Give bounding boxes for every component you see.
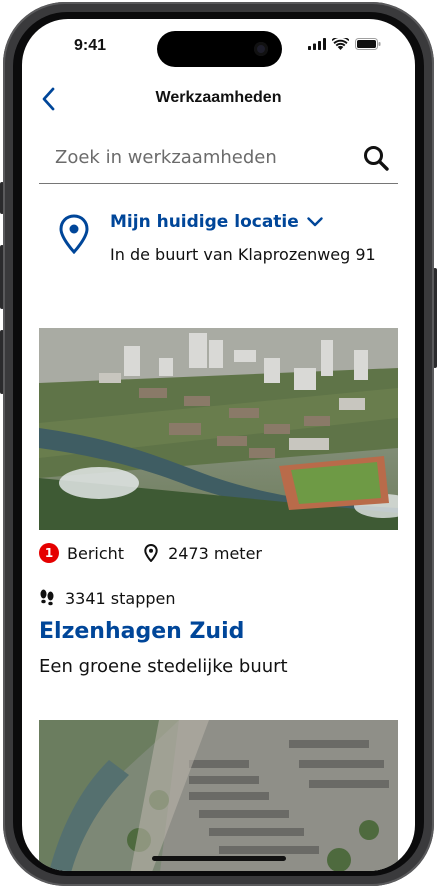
search-bar [39, 137, 398, 184]
status-icons [308, 38, 381, 50]
location-pin-icon [59, 214, 89, 254]
status-time: 9:41 [74, 37, 107, 54]
phone-frame: 9:41 Werkzaamheden Zoek in werkzaamheden… [0, 0, 437, 888]
wifi-icon [332, 38, 349, 50]
battery-icon [355, 38, 381, 50]
dynamic-island [157, 31, 282, 67]
chevron-down-icon [307, 217, 323, 227]
search-icon [364, 146, 389, 171]
project-subtitle: Een groene stedelijke buurt [39, 656, 288, 677]
screen: 9:41 Werkzaamheden Zoek in werkzaamheden… [22, 19, 415, 871]
steps-text: 3341 stappen [65, 588, 176, 608]
page-title: Werkzaamheden [155, 89, 282, 106]
search-input[interactable] [39, 137, 349, 177]
distance-text: 2473 meter [168, 543, 262, 563]
location-dropdown[interactable]: Mijn huidige locatie [110, 212, 323, 232]
camera-icon [254, 42, 268, 56]
home-indicator[interactable] [152, 856, 286, 861]
search-button[interactable] [360, 142, 392, 174]
location-selector: Mijn huidige locatie In de buurt van Kla… [58, 212, 398, 292]
notification-label: Bericht [67, 543, 125, 563]
card-steps-row: 3341 stappen [39, 586, 176, 610]
location-title: Mijn huidige locatie [110, 212, 299, 232]
project-title-link[interactable]: Elzenhagen Zuid [39, 619, 244, 644]
card-meta-row: 1 Bericht 2473 meter [39, 541, 262, 565]
aerial-photo [39, 328, 398, 530]
navigation-bar: Werkzaamheden [22, 79, 415, 119]
aerial-photo-2 [39, 720, 398, 871]
map-marker-icon [144, 544, 158, 562]
project-image-2[interactable] [39, 720, 398, 871]
notification-badge: 1 [39, 543, 59, 563]
footsteps-icon [40, 589, 54, 606]
project-image[interactable] [39, 328, 398, 530]
status-bar: 9:41 [22, 19, 415, 73]
signal-icon [308, 38, 326, 50]
location-subtitle: In de buurt van Klaprozenweg 91 [110, 245, 376, 264]
